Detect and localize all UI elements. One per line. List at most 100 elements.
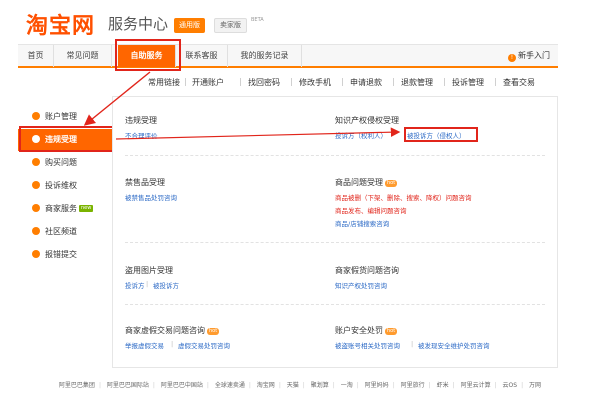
footer-link[interactable]: 阿里巴巴国际站: [107, 382, 149, 389]
store-icon: [32, 204, 40, 212]
taobao-logo[interactable]: 淘宝网: [26, 8, 95, 40]
main-nav: 首页 常见问题 自助服务 联系客服 我的服务记录 ! 新手入门: [18, 44, 558, 68]
sidebar-item-merchant[interactable]: 商家服务 new: [18, 198, 112, 220]
link-goods-publish[interactable]: 商品发布、编辑问题咨询: [335, 205, 407, 215]
sidebar-item-label: 社区频道: [45, 227, 77, 236]
hot-badge: hot: [385, 328, 398, 335]
beta-label: BETA: [251, 17, 264, 23]
footer-link[interactable]: 聚划算: [311, 382, 329, 389]
highlight-box-sidebar: [19, 126, 115, 152]
footer-link[interactable]: 阿里妈妈: [365, 382, 389, 389]
highlight-box-link: [404, 127, 478, 142]
sidebar-item-purchase[interactable]: 购买问题: [18, 152, 112, 174]
info-icon: !: [508, 54, 516, 62]
link-image-complainant[interactable]: 投诉方: [125, 280, 145, 290]
shield-icon: [32, 181, 40, 189]
footer-link[interactable]: 阿里旅行: [401, 382, 425, 389]
quick-links: 常用链接 | 开通账户 | 找回密码 | 修改手机 | 申请退款 | 退款管理 …: [112, 77, 558, 91]
link-security-penalty[interactable]: 被发现安全维护处罚咨询: [418, 340, 490, 350]
section-title: 知识产权侵权受理: [335, 116, 399, 125]
quick-link[interactable]: 查看交易: [503, 77, 535, 88]
separator: |: [443, 77, 446, 86]
sidebar-item-account[interactable]: 账户管理: [18, 106, 112, 128]
quick-link[interactable]: 常用链接: [148, 77, 180, 88]
section-title: 账户安全处罚 hot: [335, 325, 398, 336]
quick-link[interactable]: 申请退款: [350, 77, 382, 88]
section-title: 商家虚假交易问题咨询 hot: [125, 325, 220, 336]
separator: |: [494, 77, 497, 86]
cart-icon: [32, 158, 40, 166]
link-fake-trade-penalty[interactable]: 虚假交易处罚咨询: [178, 340, 230, 350]
sidebar-item-complaint[interactable]: 投诉维权: [18, 175, 112, 197]
section-title-text: 账户安全处罚: [335, 326, 383, 335]
nav-contact[interactable]: 联系客服: [176, 45, 228, 67]
sidebar-item-community[interactable]: 社区频道: [18, 221, 112, 243]
separator: |: [392, 77, 395, 86]
separator: |: [171, 340, 174, 348]
separator: |: [290, 77, 293, 86]
section-title: 禁售品受理: [125, 178, 165, 187]
nav-newbie[interactable]: ! 新手入门: [508, 45, 550, 67]
link-image-respondent[interactable]: 被投诉方: [153, 280, 179, 290]
sidebar-item-label: 购买问题: [45, 158, 77, 167]
sidebar-item-label: 投诉维权: [45, 181, 77, 190]
separator: |: [411, 340, 414, 348]
section-title: 违规受理: [125, 116, 157, 125]
quick-link[interactable]: 修改手机: [299, 77, 331, 88]
link-report-fake-trade[interactable]: 举报虚假交易: [125, 340, 164, 350]
quick-link[interactable]: 投诉管理: [452, 77, 484, 88]
footer-link[interactable]: 全球速卖通: [215, 382, 245, 389]
page-title: 服务中心: [108, 15, 169, 33]
section-title-text: 商家虚假交易问题咨询: [125, 326, 205, 335]
quick-link[interactable]: 开通账户: [192, 77, 224, 88]
divider: [125, 304, 545, 305]
version-seller-button[interactable]: 卖家版: [214, 18, 247, 33]
footer-link[interactable]: 云OS: [503, 382, 518, 389]
quick-link[interactable]: 找回密码: [248, 77, 280, 88]
report-icon: [32, 250, 40, 258]
nav-my-records[interactable]: 我的服务记录: [228, 45, 302, 67]
footer-link[interactable]: 阿里巴巴集团: [59, 382, 95, 389]
highlight-box-nav: [115, 39, 181, 71]
separator: |: [239, 77, 242, 86]
sidebar-item-report[interactable]: 报错提交: [18, 244, 112, 266]
sidebar-item-label: 账户管理: [45, 112, 77, 121]
sidebar-item-label: 报错提交: [45, 250, 77, 259]
section-title: 盗用图片受理: [125, 266, 173, 275]
link-ip-complainant[interactable]: 投诉方（权利人）: [335, 130, 387, 140]
quick-link[interactable]: 退款管理: [401, 77, 433, 88]
divider: [125, 242, 545, 243]
content-panel: 违规受理 不合理评价 知识产权侵权受理 投诉方（权利人） 被投诉方（侵权人） 禁…: [112, 96, 558, 368]
link-goods-search[interactable]: 商品/店铺搜索咨询: [335, 218, 389, 228]
section-title: 商品问题受理 hot: [335, 177, 398, 188]
footer-link[interactable]: 万网: [529, 382, 541, 389]
footer-link[interactable]: 阿里云计算: [461, 382, 491, 389]
link-banned-goods[interactable]: 被禁售品处罚咨询: [125, 192, 177, 202]
header: 淘宝网 服务中心 通用版 卖家版 BETA: [0, 0, 600, 42]
link-stolen-account[interactable]: 被盗账号相关处罚咨询: [335, 340, 400, 350]
separator: |: [341, 77, 344, 86]
section-title-text: 商品问题受理: [335, 178, 383, 187]
divider: [125, 155, 545, 156]
community-icon: [32, 227, 40, 235]
version-general-button[interactable]: 通用版: [174, 18, 205, 33]
link-counterfeit-penalty[interactable]: 知识产权处罚咨询: [335, 280, 387, 290]
new-badge: new: [79, 205, 94, 212]
hot-badge: hot: [385, 180, 398, 187]
section-title: 商家假货问题咨询: [335, 266, 399, 275]
nav-home[interactable]: 首页: [18, 45, 54, 67]
footer-link[interactable]: 虾米: [437, 382, 449, 389]
user-icon: [32, 112, 40, 120]
link-unreasonable-review[interactable]: 不合理评价: [125, 130, 158, 140]
footer-link[interactable]: 一淘: [341, 382, 353, 389]
nav-newbie-label: 新手入门: [518, 51, 550, 60]
separator: |: [184, 77, 187, 86]
hot-badge: hot: [207, 328, 220, 335]
footer: 阿里巴巴集团 | 阿里巴巴国际站 | 阿里巴巴中国站 | 全球速卖通 | 淘宝网 | 天猫…: [58, 382, 542, 389]
footer-link[interactable]: 天猫: [287, 382, 299, 389]
footer-link[interactable]: 阿里巴巴中国站: [161, 382, 203, 389]
footer-link[interactable]: 淘宝网: [257, 382, 275, 389]
sidebar-item-label: 商家服务: [45, 204, 77, 213]
link-goods-removed[interactable]: 商品被删（下架、删除、搜索、降权）问题咨询: [335, 192, 472, 202]
nav-faq[interactable]: 常见问题: [54, 45, 112, 67]
